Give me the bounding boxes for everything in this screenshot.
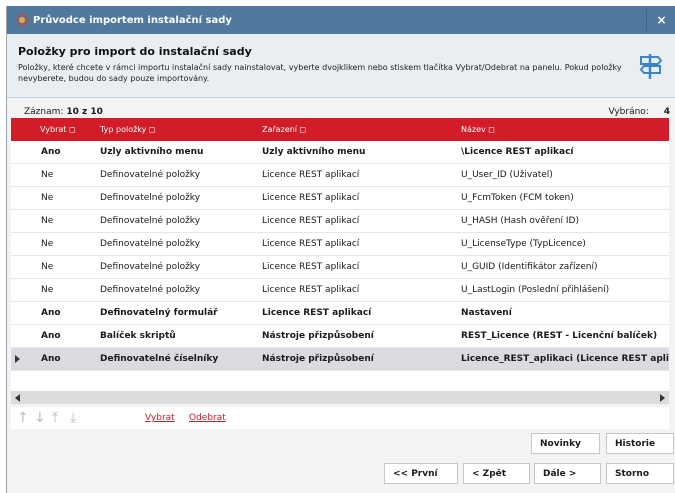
cell-selected: Ne [41,216,54,226]
next-button-label: Dále > [543,468,577,479]
cell-selected: Ne [41,193,54,203]
cell-name: Nastavení [461,308,512,318]
cell-type: Definovatelné položky [100,170,201,180]
row-pointer-icon [15,355,20,363]
horizontal-scrollbar[interactable] [11,391,669,404]
back-button-label: < Zpět [472,468,507,479]
close-button[interactable]: × [646,9,675,31]
cell-type: Balíček skriptů [100,331,176,341]
cell-type: Definovatelné položky [100,193,201,203]
history-button[interactable]: Historie [606,433,674,454]
cell-name: U_User_ID (Uživatel) [461,170,553,180]
cell-selected: Ne [41,285,54,295]
next-button[interactable]: Dále > [534,463,601,484]
move-bottom-icon[interactable]: ⤓ [70,410,76,426]
record-counter: Záznam: 10 z 10 [24,107,103,117]
grid-body: Ano Uzly aktivního menu Uzly aktivního men… [11,141,669,371]
cell-category: Nástroje přizpůsobení [262,331,374,341]
selected-counter: Vybráno: 4 [608,107,670,117]
grid-toolbar: ↑ ↓ ⤒ ⤓ Vybrat Odebrat [11,407,669,429]
cell-name: U_LastLogin (Poslední přihlášení) [461,285,610,295]
signpost-icon [639,54,663,79]
column-header-category[interactable]: Zařazení ◻ [262,125,306,134]
window-title: Průvodce importem instalační sady [33,14,232,26]
cell-type: Definovatelné položky [100,262,201,272]
column-header-name[interactable]: Název ◻ [461,125,495,134]
wizard-header: Položky pro import do instalační sady Po… [7,34,675,98]
cancel-button[interactable]: Storno [606,463,674,484]
cell-name: U_LicenseType (TypLicence) [461,239,586,249]
news-button[interactable]: Novinky [531,433,600,454]
title-bar: Průvodce importem instalační sady × [7,6,675,34]
cell-category: Licence REST aplikací [262,239,360,249]
page-description: Položky, které chcete v rámci importu in… [18,63,622,83]
move-down-icon[interactable]: ↓ [34,410,46,426]
column-header-type[interactable]: Typ položky ◻ [100,125,156,134]
cell-selected: Ano [41,331,61,341]
cell-name: U_GUID (Identifikátor zařízení) [461,262,598,272]
cell-type: Definovatelný formulář [100,308,218,318]
cell-selected: Ano [41,308,61,318]
records-label: Záznam: [24,107,64,117]
grid-header: Vybrat ◻ Typ položky ◻ Zařazení ◻ Název … [11,118,669,141]
cell-category: Uzly aktivního menu [262,147,366,157]
cell-category: Licence REST aplikací [262,285,360,295]
cell-category: Licence REST aplikací [262,193,360,203]
table-row[interactable]: Ne Definovatelné položky Licence REST apli… [11,164,669,187]
cell-type: Uzly aktivního menu [100,147,204,157]
page-title: Položky pro import do instalační sady [18,45,252,58]
table-row[interactable]: Ano Definovatelné číselníky Nástroje přizp… [11,348,669,371]
cell-name: \Licence REST aplikací [461,147,574,157]
remove-link[interactable]: Odebrat [189,413,226,423]
move-up-icon[interactable]: ↑ [17,410,29,426]
selected-label: Vybráno: [608,107,649,117]
table-row[interactable]: Ne Definovatelné položky Licence REST apli… [11,233,669,256]
table-row[interactable]: Ne Definovatelné položky Licence REST apli… [11,279,669,302]
cell-selected: Ne [41,239,54,249]
cell-category: Licence REST aplikací [262,170,360,180]
column-header-select[interactable]: Vybrat ◻ [40,125,76,134]
back-button[interactable]: < Zpět [463,463,530,484]
table-row[interactable]: Ne Definovatelné položky Licence REST apli… [11,210,669,233]
records-value: 10 z 10 [66,107,103,117]
scroll-right-icon[interactable] [660,394,665,402]
wizard-icon [15,13,29,27]
cancel-button-label: Storno [615,468,649,479]
cell-name: REST_Licence (REST - Licenční balíček) [461,331,658,341]
cell-type: Definovatelné položky [100,239,201,249]
table-row[interactable]: Ano Uzly aktivního menu Uzly aktivního men… [11,141,669,164]
items-grid[interactable]: Vybrat ◻ Typ položky ◻ Zařazení ◻ Název … [11,118,669,398]
cell-type: Definovatelné položky [100,216,201,226]
move-top-icon[interactable]: ⤒ [52,410,58,426]
first-button-label: << První [393,468,438,479]
table-row[interactable]: Ano Definovatelný formulář Licence REST ap… [11,302,669,325]
cell-selected: Ne [41,170,54,180]
cell-type: Definovatelné položky [100,285,201,295]
cell-selected: Ne [41,262,54,272]
select-link[interactable]: Vybrat [145,413,175,423]
scroll-left-icon[interactable] [15,394,20,402]
table-row[interactable]: Ano Balíček skriptů Nástroje přizpůsobení R… [11,325,669,348]
table-row[interactable]: Ne Definovatelné položky Licence REST apli… [11,187,669,210]
cell-category: Licence REST aplikací [262,216,360,226]
cell-category: Nástroje přizpůsobení [262,354,374,364]
cell-category: Licence REST aplikací [262,262,360,272]
cell-selected: Ano [41,354,61,364]
table-row[interactable]: Ne Definovatelné položky Licence REST apli… [11,256,669,279]
cell-name: U_FcmToken (FCM token) [461,193,574,203]
cell-name: U_HASH (Hash ověření ID) [461,216,579,226]
first-button[interactable]: << První [384,463,458,484]
cell-name: Licence_REST_aplikaci (Licence REST apli… [461,354,669,364]
cell-selected: Ano [41,147,61,157]
cell-category: Licence REST aplikací [262,308,372,318]
cell-type: Definovatelné číselníky [100,354,219,364]
selected-value: 4 [663,107,670,117]
